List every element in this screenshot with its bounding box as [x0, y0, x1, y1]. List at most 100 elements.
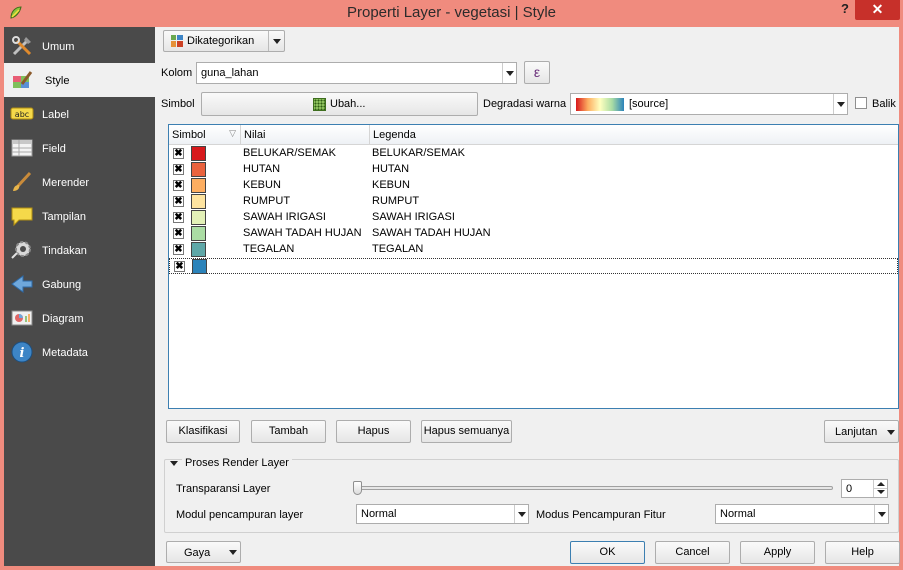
category-legend[interactable]: BELUKAR/SEMAK	[372, 147, 465, 159]
collapse-triangle-icon[interactable]	[170, 461, 178, 466]
column-select[interactable]: guna_lahan	[196, 62, 517, 84]
invert-label: Balik	[872, 98, 896, 110]
sidebar-item-metadata[interactable]: i Metadata	[4, 335, 155, 369]
table-row[interactable]: ✖ BELUKAR/SEMAK BELUKAR/SEMAK	[169, 146, 898, 162]
category-value[interactable]: BELUKAR/SEMAK	[243, 147, 336, 159]
category-value[interactable]: RUMPUT	[243, 195, 290, 207]
help-title-button[interactable]: ?	[838, 1, 852, 17]
delete-category-button[interactable]: Hapus	[336, 420, 411, 443]
category-visible-checkbox[interactable]: ✖	[173, 180, 184, 191]
sidebar-item-merender[interactable]: Merender	[4, 165, 155, 199]
layer-blend-select[interactable]: Normal	[356, 504, 529, 524]
category-visible-checkbox[interactable]: ✖	[173, 244, 184, 255]
chevron-down-icon	[502, 63, 516, 83]
category-visible-checkbox[interactable]: ✖	[173, 228, 184, 239]
table-row[interactable]: ✖ TEGALAN TEGALAN	[169, 242, 898, 258]
category-symbol-swatch[interactable]	[191, 162, 206, 177]
category-visible-checkbox[interactable]: ✖	[173, 196, 184, 207]
sidebar-item-diagram[interactable]: Diagram	[4, 301, 155, 335]
color-ramp-select[interactable]: [source]	[570, 93, 848, 115]
categorized-icon	[171, 35, 183, 47]
category-visible-checkbox[interactable]: ✖	[174, 261, 185, 272]
transparency-slider-handle[interactable]	[353, 481, 362, 495]
ok-button[interactable]: OK	[570, 541, 645, 564]
dropdown-arrow	[268, 31, 284, 51]
sidebar-item-style[interactable]: Style	[4, 63, 155, 97]
table-row[interactable]: ✖ RUMPUT RUMPUT	[169, 194, 898, 210]
category-visible-checkbox[interactable]: ✖	[173, 212, 184, 223]
categories-table[interactable]: Simbol ▽ Nilai Legenda ✖ BELUKAR/SEMAK BEL…	[168, 124, 899, 409]
transparency-slider-track[interactable]	[357, 486, 833, 490]
category-value[interactable]: KEBUN	[243, 179, 281, 191]
category-visible-checkbox[interactable]: ✖	[173, 164, 184, 175]
category-legend[interactable]: TEGALAN	[372, 243, 423, 255]
category-symbol-swatch[interactable]	[191, 178, 206, 193]
sidebar-item-label: Tindakan	[42, 245, 87, 257]
classify-button[interactable]: Klasifikasi	[166, 420, 240, 443]
chevron-down-icon	[833, 94, 847, 114]
table-row[interactable]: ✖ KEBUN KEBUN	[169, 178, 898, 194]
category-legend[interactable]: KEBUN	[372, 179, 410, 191]
renderer-type-label: Dikategorikan	[187, 35, 255, 47]
expression-button[interactable]: ε	[524, 61, 550, 84]
transparency-spinbox[interactable]: 0	[841, 479, 888, 498]
speech-bubble-icon	[11, 207, 33, 227]
sidebar-item-field[interactable]: Field	[4, 131, 155, 165]
category-value[interactable]: SAWAH IRIGASI	[243, 211, 326, 223]
renderer-type-dropdown[interactable]: Dikategorikan	[163, 30, 285, 52]
category-symbol-swatch[interactable]	[192, 259, 207, 274]
category-legend[interactable]: SAWAH IRIGASI	[372, 211, 455, 223]
sidebar-item-umum[interactable]: Umum	[4, 29, 155, 63]
column-header-value[interactable]: Nilai	[241, 125, 370, 145]
table-row[interactable]: ✖ HUTAN HUTAN	[169, 162, 898, 178]
advanced-dropdown[interactable]: Lanjutan	[824, 420, 899, 443]
color-ramp-label: Degradasi warna	[483, 98, 567, 110]
sidebar-item-label: Merender	[42, 177, 90, 189]
category-value[interactable]: TEGALAN	[243, 243, 294, 255]
cancel-button[interactable]: Cancel	[655, 541, 730, 564]
sidebar-item-label-tab[interactable]: abc Label	[4, 97, 155, 131]
svg-text:abc: abc	[15, 110, 29, 119]
sidebar-item-label: Field	[42, 143, 66, 155]
table-row[interactable]: ✖	[169, 258, 898, 274]
tools-icon	[12, 36, 32, 56]
style-panel: Dikategorikan Kolom guna_lahan ε Simbol …	[155, 27, 900, 566]
sidebar-item-tampilan[interactable]: Tampilan	[4, 199, 155, 233]
spin-down-icon[interactable]	[873, 488, 887, 497]
apply-button[interactable]: Apply	[740, 541, 815, 564]
add-category-button[interactable]: Tambah	[251, 420, 326, 443]
table-row[interactable]: ✖ SAWAH IRIGASI SAWAH IRIGASI	[169, 210, 898, 226]
table-row[interactable]: ✖ SAWAH TADAH HUJAN SAWAH TADAH HUJAN	[169, 226, 898, 242]
category-legend[interactable]: RUMPUT	[372, 195, 419, 207]
category-legend[interactable]: HUTAN	[372, 163, 409, 175]
sidebar-item-tindakan[interactable]: Tindakan	[4, 233, 155, 267]
close-button[interactable]: ✕	[855, 0, 900, 20]
sidebar-item-label: Metadata	[42, 347, 88, 359]
category-symbol-swatch[interactable]	[191, 146, 206, 161]
category-value[interactable]: SAWAH TADAH HUJAN	[243, 227, 362, 239]
layer-properties-window: Properti Layer - vegetasi | Style ? ✕ Um…	[0, 0, 903, 570]
feature-blend-select[interactable]: Normal	[715, 504, 889, 524]
change-symbol-button[interactable]: Ubah...	[201, 92, 478, 116]
column-value: guna_lahan	[201, 67, 259, 79]
category-symbol-swatch[interactable]	[191, 194, 206, 209]
sidebar-item-gabung[interactable]: Gabung	[4, 267, 155, 301]
sidebar-item-label: Style	[45, 75, 70, 87]
column-header-legend[interactable]: Legenda	[370, 125, 898, 145]
delete-all-button[interactable]: Hapus semuanya	[421, 420, 512, 443]
category-symbol-swatch[interactable]	[191, 242, 206, 257]
abc-label-icon: abc	[10, 107, 34, 120]
color-ramp-value: [source]	[629, 98, 669, 110]
category-symbol-swatch[interactable]	[191, 210, 206, 225]
invert-checkbox[interactable]	[855, 97, 867, 109]
category-legend[interactable]: SAWAH TADAH HUJAN	[372, 227, 491, 239]
category-value[interactable]: HUTAN	[243, 163, 280, 175]
sidebar: Umum Style abc Label Field Merender Tamp…	[4, 27, 155, 566]
transparency-label: Transparansi Layer	[176, 483, 271, 495]
sidebar-item-label: Tampilan	[42, 211, 87, 223]
help-button[interactable]: Help	[825, 541, 900, 564]
style-dropdown[interactable]: Gaya	[166, 541, 241, 563]
column-header-symbol[interactable]: Simbol ▽	[169, 125, 241, 145]
category-symbol-swatch[interactable]	[191, 226, 206, 241]
category-visible-checkbox[interactable]: ✖	[173, 148, 184, 159]
